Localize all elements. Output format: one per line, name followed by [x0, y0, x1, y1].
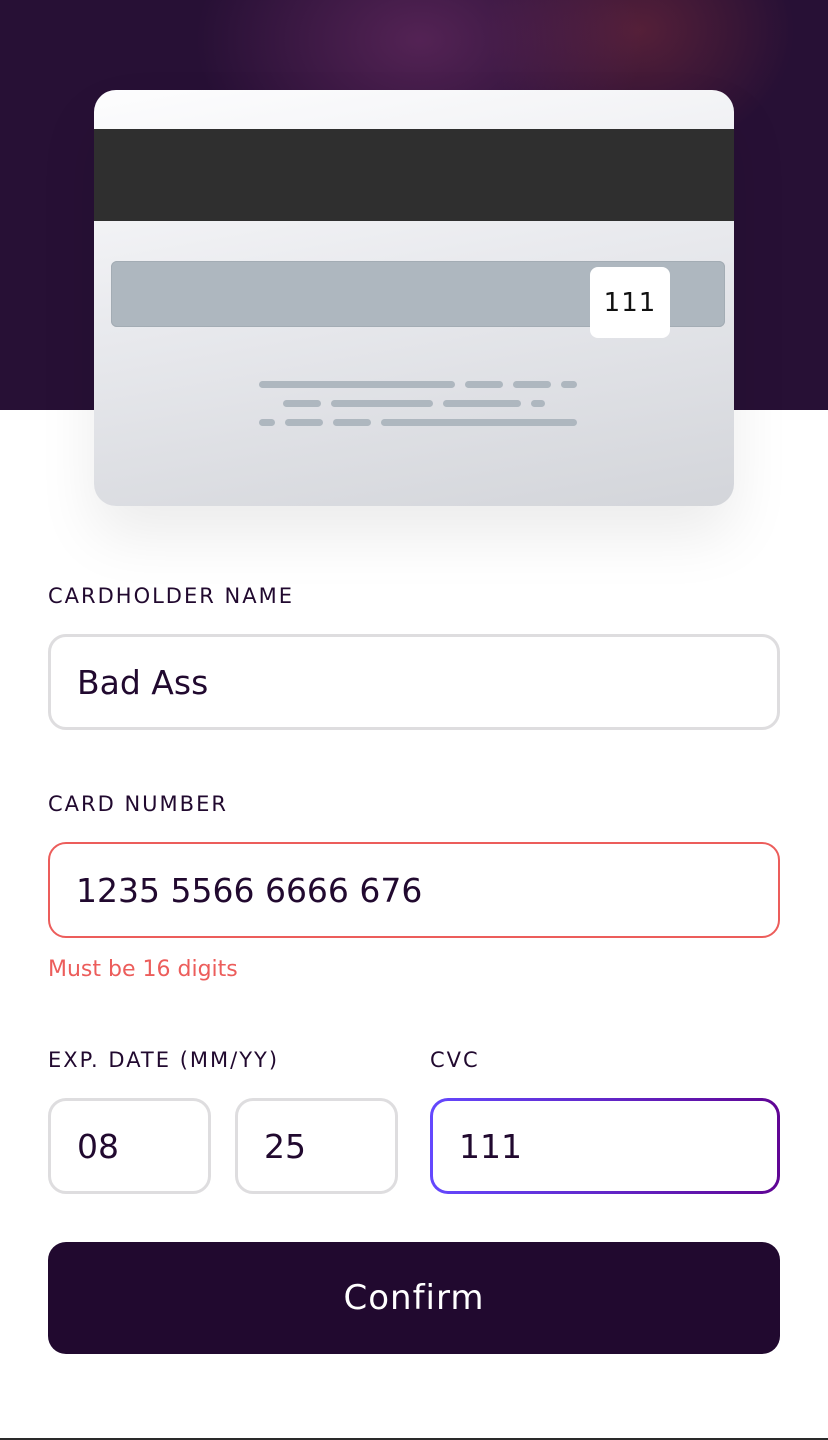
confirm-button[interactable]: Confirm [48, 1242, 780, 1354]
card-fine-print-line-3 [259, 419, 577, 426]
cvc-input[interactable]: 111 [430, 1098, 780, 1194]
cardholder-input[interactable]: Bad Ass [48, 634, 780, 730]
magnetic-stripe [94, 129, 734, 221]
cvc-label: CVC [430, 1048, 480, 1072]
exp-year-input[interactable]: 25 [235, 1098, 398, 1194]
card-number-error: Must be 16 digits [48, 957, 238, 982]
card-number-input[interactable]: 1235 5566 6666 676 [48, 842, 780, 938]
card-fine-print-line-1 [259, 381, 577, 388]
cardholder-label: CARDHOLDER NAME [48, 584, 294, 608]
card-fine-print-line-2 [283, 400, 545, 407]
exp-month-input[interactable]: 08 [48, 1098, 211, 1194]
card-number-label: CARD NUMBER [48, 792, 228, 816]
exp-date-label: EXP. DATE (MM/YY) [48, 1048, 280, 1072]
card-cvc-display: 111 [590, 267, 670, 338]
card-back-preview: 111 [94, 90, 734, 506]
